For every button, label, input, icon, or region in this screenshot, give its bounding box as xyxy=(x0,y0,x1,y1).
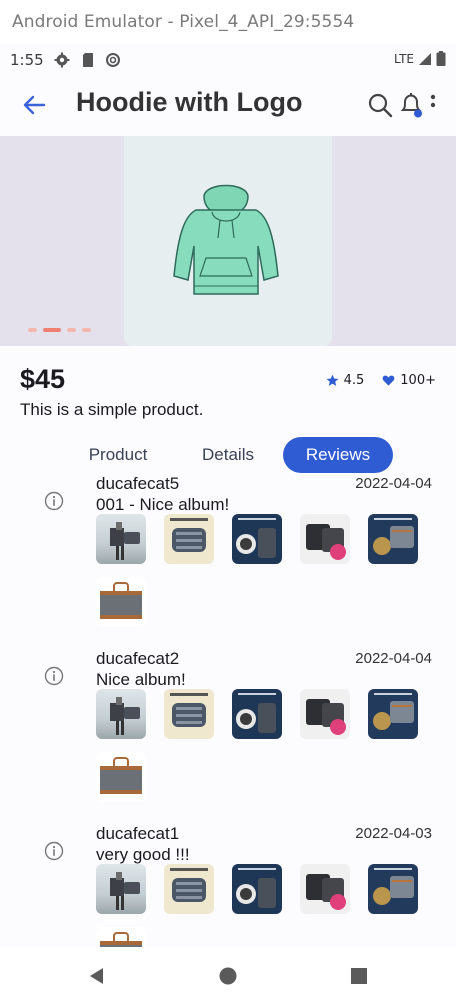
review-text: very good !!! xyxy=(96,845,190,864)
hoodie-image xyxy=(173,184,279,295)
nav-home-icon[interactable] xyxy=(217,965,239,987)
notification-bell-icon[interactable] xyxy=(399,91,423,119)
review-username: ducafecat1 xyxy=(96,824,180,843)
review-text: Nice album! xyxy=(96,670,186,689)
review-photo-thumbnail[interactable] xyxy=(96,864,146,914)
review-photo-thumbnail[interactable] xyxy=(164,864,214,914)
review-date: 2022-04-04 xyxy=(355,650,432,667)
review-photo-thumbnail[interactable] xyxy=(368,689,418,739)
carousel-dot[interactable] xyxy=(67,328,76,332)
settings-icon xyxy=(54,52,70,68)
phone-screen: 1:55 LTE Hoodie with Logo $45 This is a … xyxy=(0,44,456,1005)
heart-icon[interactable] xyxy=(382,374,395,387)
tab-product[interactable]: Product xyxy=(68,437,168,473)
rating-value: 4.5 xyxy=(343,373,365,388)
nav-back-icon[interactable] xyxy=(86,965,108,987)
product-image-carousel[interactable] xyxy=(0,136,456,346)
review-photo-thumbnail[interactable] xyxy=(96,514,146,564)
review-photo-thumbnail[interactable] xyxy=(96,577,146,627)
review-photo-thumbnail[interactable] xyxy=(232,864,282,914)
emulator-title-bar: Android Emulator - Pixel_4_API_29:5554 xyxy=(0,0,456,44)
network-type: LTE xyxy=(394,51,414,66)
status-time: 1:55 xyxy=(10,51,44,69)
likes-count: 100+ xyxy=(400,373,436,388)
search-icon[interactable] xyxy=(367,92,393,118)
carousel-dot-active[interactable] xyxy=(43,328,61,332)
review-photo-thumbnail[interactable] xyxy=(232,689,282,739)
nav-recents-icon[interactable] xyxy=(348,965,370,987)
product-description: This is a simple product. xyxy=(20,400,204,419)
system-navigation-bar xyxy=(0,947,456,1005)
review-photo-thumbnail[interactable] xyxy=(368,864,418,914)
signal-icon xyxy=(419,52,431,65)
review-photo-thumbnail[interactable] xyxy=(300,689,350,739)
carousel-dot[interactable] xyxy=(82,328,91,332)
carousel-indicator xyxy=(28,328,91,332)
review-photo-thumbnail[interactable] xyxy=(96,752,146,802)
app-bar: Hoodie with Logo xyxy=(0,76,456,136)
product-stats: 4.5 100+ xyxy=(326,373,436,388)
star-icon xyxy=(326,374,339,386)
review-photo-thumbnail[interactable] xyxy=(164,689,214,739)
review-date: 2022-04-03 xyxy=(355,825,432,842)
battery-icon xyxy=(436,51,446,66)
product-price: $45 xyxy=(20,364,66,394)
review-photo-thumbnail[interactable] xyxy=(164,514,214,564)
tab-details[interactable]: Details xyxy=(178,437,278,473)
info-icon[interactable] xyxy=(44,491,64,511)
more-options-icon[interactable] xyxy=(428,94,438,118)
status-right: LTE xyxy=(394,51,446,66)
tab-reviews[interactable]: Reviews xyxy=(283,437,393,473)
status-bar: 1:55 LTE xyxy=(0,44,456,76)
review-username: ducafecat2 xyxy=(96,649,180,668)
review-photo-thumbnail[interactable] xyxy=(300,514,350,564)
review-photo-thumbnail[interactable] xyxy=(368,514,418,564)
review-username: ducafecat5 xyxy=(96,474,180,493)
review-text: 001 - Nice album! xyxy=(96,495,230,514)
back-arrow-icon[interactable] xyxy=(20,91,48,119)
sd-card-icon xyxy=(83,53,93,67)
review-date: 2022-04-04 xyxy=(355,475,432,492)
emulator-title: Android Emulator - Pixel_4_API_29:5554 xyxy=(12,12,355,32)
review-photo-thumbnail[interactable] xyxy=(96,689,146,739)
review-item: ducafecat2 2022-04-04 Nice album! xyxy=(0,649,456,819)
page-title: Hoodie with Logo xyxy=(76,87,303,117)
review-item: ducafecat5 2022-04-04 001 - Nice album! xyxy=(0,474,456,644)
product-tabs: Product Details Reviews xyxy=(68,437,398,473)
carousel-dot[interactable] xyxy=(28,328,37,332)
review-photo-thumbnail[interactable] xyxy=(300,864,350,914)
info-icon[interactable] xyxy=(44,841,64,861)
review-photo-thumbnail[interactable] xyxy=(232,514,282,564)
info-icon[interactable] xyxy=(44,666,64,686)
data-saver-icon xyxy=(106,53,120,67)
